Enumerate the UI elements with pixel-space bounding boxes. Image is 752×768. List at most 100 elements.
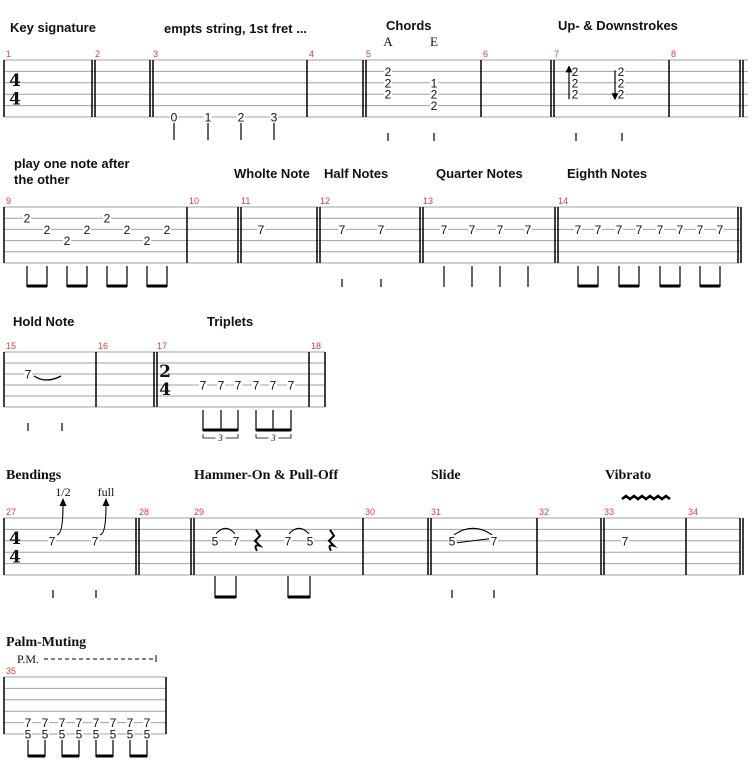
fret-number: 7 (497, 223, 504, 237)
section-heading: Vibrato (605, 468, 651, 483)
bar-number: 27 (6, 507, 16, 517)
time-signature-top: 4 (9, 71, 21, 91)
bar-number: 34 (688, 507, 698, 517)
bar-number: 29 (194, 507, 204, 517)
fret-number: 5 (42, 728, 49, 742)
fret-number: 2 (104, 212, 111, 226)
fret-number: 7 (258, 223, 265, 237)
fret-number: 2 (164, 223, 171, 237)
fret-number: 5 (307, 534, 314, 548)
fret-number: 7 (270, 379, 277, 393)
bar-number: 2 (95, 49, 100, 59)
bar-number: 32 (539, 507, 549, 517)
fret-number: 5 (59, 728, 66, 742)
fret-number: 5 (212, 534, 219, 548)
bar-number: 18 (311, 341, 321, 351)
bar-number: 7 (554, 49, 559, 59)
fret-number: 7 (677, 223, 684, 237)
fret-number: 7 (717, 223, 724, 237)
bend-curve (99, 504, 107, 536)
fret-number: 7 (288, 379, 295, 393)
fret-number: 7 (616, 223, 623, 237)
section-heading: Hold Note (13, 314, 74, 329)
section-heading: Quarter Notes (436, 166, 523, 181)
fret-number: 2 (385, 88, 392, 102)
fret-number: 5 (76, 728, 83, 742)
fret-number: 7 (491, 534, 498, 548)
bend-amount: 1/2 (55, 485, 70, 499)
chord-name: E (430, 34, 438, 49)
section-heading: empts string, 1st fret ... (164, 21, 307, 36)
fret-number: 2 (144, 234, 151, 248)
fret-number: 7 (469, 223, 476, 237)
section-heading: Half Notes (324, 166, 388, 181)
section-heading: Chords (386, 18, 432, 33)
fret-number: 2 (124, 223, 131, 237)
time-signature-bottom: 4 (9, 548, 21, 568)
fret-number: 7 (25, 368, 32, 382)
bar-number: 9 (6, 196, 11, 206)
bar-number: 16 (98, 341, 108, 351)
time-signature-bottom: 4 (159, 380, 171, 400)
fret-number: 5 (144, 728, 151, 742)
section-heading: Up- & Downstrokes (558, 18, 678, 33)
time-signature-top: 2 (159, 362, 171, 382)
staff-row-1: 44 (3, 59, 748, 118)
fret-number: 5 (449, 534, 456, 548)
fret-number: 0 (171, 111, 178, 125)
fret-number: 2 (572, 88, 579, 102)
palm-mute-label: P.M. (17, 652, 39, 666)
tuplet-number: 3 (217, 433, 223, 443)
fret-number: 3 (271, 111, 278, 125)
fret-number: 2 (64, 234, 71, 248)
tie-arc (33, 375, 62, 381)
bend-arrow-icon (59, 498, 67, 506)
bar-number: 13 (423, 196, 433, 206)
section-heading: Palm-Muting (6, 635, 86, 650)
bar-number: 4 (309, 49, 314, 59)
bar-number: 12 (320, 196, 330, 206)
fret-number: 7 (218, 379, 225, 393)
fret-number: 5 (110, 728, 117, 742)
fret-number: 7 (595, 223, 602, 237)
section-heading: the other (14, 172, 70, 187)
fret-number: 7 (339, 223, 346, 237)
vibrato-icon (621, 494, 671, 501)
section-heading: play one note after (14, 156, 130, 171)
fret-number: 7 (235, 379, 242, 393)
section-heading: Wholte Note (234, 166, 310, 181)
bar-number: 10 (189, 196, 199, 206)
bend-amount: full (98, 485, 115, 499)
time-signature-bottom: 4 (9, 90, 21, 110)
section-heading: Triplets (207, 314, 253, 329)
section-heading: Bendings (6, 468, 62, 483)
row1-notes: 0 1 2 3222122222222 (170, 65, 625, 141)
bar-number: 15 (6, 341, 16, 351)
fret-number: 7 (441, 223, 448, 237)
fret-number: 7 (233, 534, 240, 548)
fret-number: 2 (431, 99, 438, 113)
fret-number: 7 (378, 223, 385, 237)
section-heading: Hammer-On & Pull-Off (194, 468, 338, 483)
fret-number: 2 (44, 223, 51, 237)
fret-number: 2 (618, 88, 625, 102)
bar-number: 17 (157, 341, 167, 351)
time-signature-top: 4 (9, 529, 21, 549)
fret-number: 5 (25, 728, 32, 742)
fret-number: 7 (657, 223, 664, 237)
fret-number: 2 (84, 223, 91, 237)
section-heading: Key signature (10, 20, 96, 35)
bar-number: 33 (604, 507, 614, 517)
bar-number: 5 (366, 49, 371, 59)
row2-notes: 22222222 7 7 7 7 7 7 7 7 7 7 7 7 7 7 7 (23, 212, 724, 288)
fret-number: 7 (49, 534, 56, 548)
fret-number: 7 (697, 223, 704, 237)
fret-number: 5 (127, 728, 134, 742)
fret-number: 7 (525, 223, 532, 237)
bar-number: 35 (6, 666, 16, 676)
fret-number: 7 (622, 534, 629, 548)
staff-row-2 (3, 206, 742, 264)
bend-curve (56, 504, 64, 536)
tablature-sheet: 44Key signature empts string, 1st fret ..… (3, 18, 748, 758)
fret-number: 7 (285, 534, 292, 548)
